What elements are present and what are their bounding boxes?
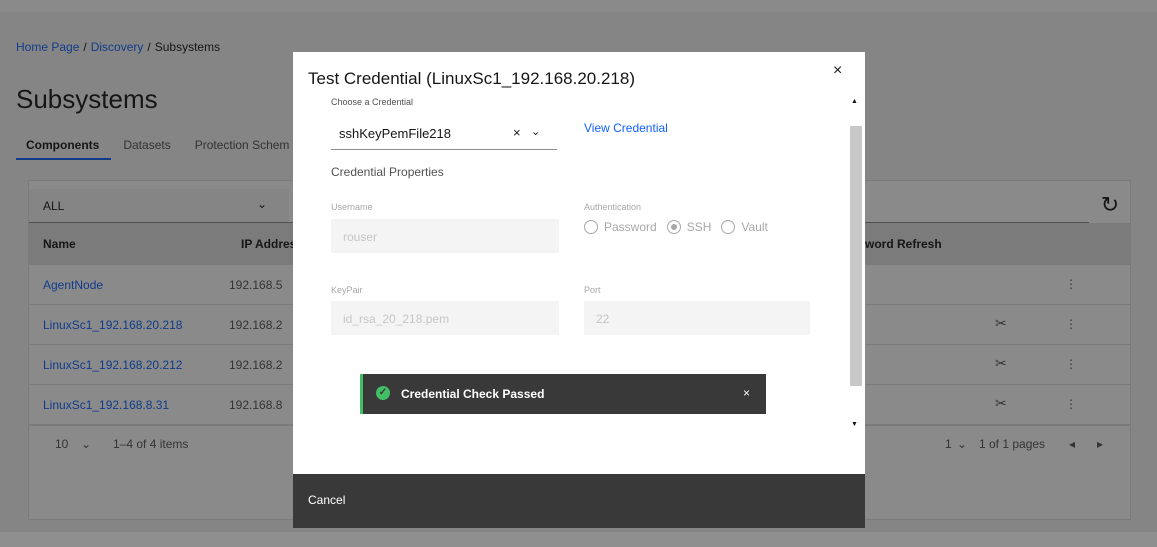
port-field: 22 xyxy=(584,301,810,335)
view-credential-link[interactable]: View Credential xyxy=(584,121,668,135)
radio-ssh-label: SSH xyxy=(686,220,712,234)
radio-vault: Vault xyxy=(721,220,768,234)
radio-password: Password xyxy=(584,220,657,234)
keypair-field: id_rsa_20_218.pem xyxy=(331,301,559,335)
modal-title: Test Credential (LinuxSc1_192.168.20.218… xyxy=(308,69,635,88)
close-icon[interactable]: × xyxy=(833,62,842,80)
modal-body: Choose a Credential sshKeyPemFile218 × ⌄… xyxy=(293,92,865,474)
radio-password-label: Password xyxy=(604,220,657,234)
chevron-down-icon[interactable]: ⌄ xyxy=(531,125,540,138)
toast-message: Credential Check Passed xyxy=(401,387,545,401)
port-label: Port xyxy=(584,285,601,295)
cancel-button[interactable]: Cancel xyxy=(308,493,345,507)
authentication-label: Authentication xyxy=(584,202,642,212)
authentication-radio-group: Password SSH Vault xyxy=(584,220,778,234)
credential-value: sshKeyPemFile218 xyxy=(339,126,451,141)
scroll-down-icon[interactable]: ▼ xyxy=(851,421,858,428)
radio-ssh: SSH xyxy=(666,220,712,234)
radio-button-icon xyxy=(721,220,736,234)
close-icon[interactable]: × xyxy=(743,386,750,400)
overlay-bottom-strip xyxy=(0,532,1157,547)
radio-button-icon xyxy=(584,220,598,234)
scroll-up-icon[interactable]: ▲ xyxy=(851,98,858,105)
username-label: Username xyxy=(331,202,373,212)
scrollbar-thumb[interactable] xyxy=(850,126,862,386)
choose-credential-label: Choose a Credential xyxy=(331,97,414,107)
radio-button-selected-icon xyxy=(666,220,681,234)
test-credential-modal: Test Credential (LinuxSc1_192.168.20.218… xyxy=(293,52,865,528)
keypair-label: KeyPair xyxy=(331,285,363,295)
credential-properties-heading: Credential Properties xyxy=(331,165,444,179)
success-toast: ✓ Credential Check Passed × xyxy=(360,374,766,414)
clear-icon[interactable]: × xyxy=(513,125,521,140)
checkmark-icon: ✓ xyxy=(376,386,390,400)
credential-dropdown[interactable]: sshKeyPemFile218 × ⌄ xyxy=(331,116,557,150)
radio-vault-label: Vault xyxy=(741,220,768,234)
username-field: rouser xyxy=(331,219,559,253)
modal-footer: Cancel xyxy=(293,474,865,528)
